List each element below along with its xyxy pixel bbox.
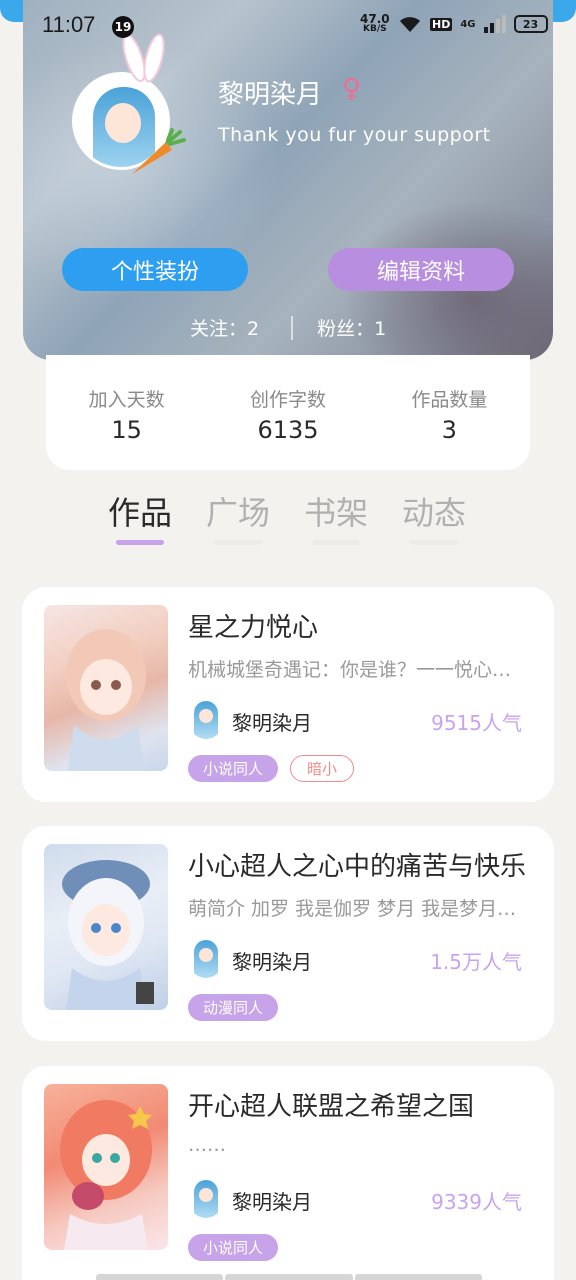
work-cover-image xyxy=(44,605,168,771)
followers-count[interactable]: 粉丝：1 xyxy=(317,314,386,341)
tab-bookshelf[interactable]: 书架 xyxy=(304,488,368,534)
carrot-icon xyxy=(132,128,186,174)
popularity: 1.5万人气 xyxy=(430,950,522,974)
username: 黎明染月 xyxy=(218,80,323,110)
tab-indicator-active xyxy=(116,540,164,545)
notification-badge: 19 xyxy=(112,16,134,38)
author-avatar xyxy=(188,1178,224,1218)
stat-value: 15 xyxy=(111,416,142,444)
wifi-icon xyxy=(400,17,420,32)
tag-list: 小说同人 xyxy=(188,1234,279,1261)
network-icon: 4G xyxy=(460,18,476,30)
clock: 11:07 xyxy=(42,12,96,37)
work-description: 机械城堡奇遇记：你是谁？一一悦心我是谁 xyxy=(188,659,528,681)
popularity: 9515人气 xyxy=(431,711,522,735)
author-name: 黎明染月 xyxy=(232,950,312,974)
tab-square[interactable]: 广场 xyxy=(206,488,270,534)
net-speed-value: 47.0 xyxy=(360,12,390,26)
stat-label: 作品数量 xyxy=(411,389,488,411)
tag: 小说同人 xyxy=(188,755,279,782)
work-description: …… xyxy=(188,1134,226,1156)
work-card[interactable]: 星之力悦心 机械城堡奇遇记：你是谁？一一悦心我是谁 黎明染月 9515人气 小说… xyxy=(22,587,554,802)
work-card[interactable]: 开心超人联盟之希望之国 …… 黎明染月 9339人气 小说同人 xyxy=(22,1066,554,1280)
edit-profile-button[interactable]: 编辑资料 xyxy=(328,248,514,291)
author-avatar xyxy=(188,938,224,978)
stat-word-count: 创作字数 6135 xyxy=(207,355,368,470)
tag: 暗小 xyxy=(290,755,355,782)
tab-works[interactable]: 作品 xyxy=(108,488,172,534)
status-icons: HD 4G 23 xyxy=(398,15,548,33)
follow-divider xyxy=(291,315,294,340)
female-icon: ♀ xyxy=(342,74,362,104)
hd-icon: HD xyxy=(430,17,453,31)
tag-list: 小说同人 暗小 xyxy=(188,755,355,782)
status-bar: 11:07 19 47.0 KB/S HD 4G 23 xyxy=(0,6,576,46)
tag: 小说同人 xyxy=(188,1234,279,1261)
tab-indicator xyxy=(410,540,458,545)
work-cover-image xyxy=(44,844,168,1010)
stat-value: 6135 xyxy=(257,416,319,444)
net-speed-unit: KB/S xyxy=(363,24,387,34)
stat-join-days: 加入天数 15 xyxy=(46,355,207,470)
tab-moments[interactable]: 动态 xyxy=(402,488,466,534)
work-title: 小心超人之心中的痛苦与快乐 xyxy=(188,852,527,882)
following-count[interactable]: 关注：2 xyxy=(190,314,259,341)
stat-label: 创作字数 xyxy=(249,389,326,411)
tab-indicator xyxy=(214,540,262,545)
work-description: 萌简介 加罗 我是伽罗 梦月 我是梦月公主 xyxy=(188,898,528,920)
tab-indicator xyxy=(312,540,360,545)
work-title: 开心超人联盟之希望之国 xyxy=(188,1092,475,1122)
dress-up-button[interactable]: 个性装扮 xyxy=(62,248,248,291)
work-cover-image xyxy=(44,1084,168,1250)
author-name: 黎明染月 xyxy=(232,711,312,735)
stat-value: 3 xyxy=(441,416,457,444)
stat-label: 加入天数 xyxy=(88,389,165,411)
tab-bar: 作品 广场 书架 动态 xyxy=(0,488,576,548)
signal-icon xyxy=(483,15,506,33)
author-name: 黎明染月 xyxy=(232,1190,312,1214)
net-speed: 47.0 KB/S xyxy=(360,12,390,34)
author-avatar xyxy=(188,699,224,739)
battery-icon: 23 xyxy=(513,15,548,33)
signature: Thank you fur your support xyxy=(218,124,491,146)
bottom-nav-hint xyxy=(96,1274,482,1280)
stats-card: 加入天数 15 创作字数 6135 作品数量 3 xyxy=(46,355,530,470)
follow-row: 关注：2 粉丝：1 xyxy=(190,314,386,341)
profile-header xyxy=(23,0,553,360)
work-card[interactable]: 小心超人之心中的痛苦与快乐 萌简介 加罗 我是伽罗 梦月 我是梦月公主 黎明染月… xyxy=(22,826,554,1041)
stat-works-count: 作品数量 3 xyxy=(369,355,530,470)
tag-list: 动漫同人 xyxy=(188,994,279,1021)
tag: 动漫同人 xyxy=(188,994,279,1021)
popularity: 9339人气 xyxy=(431,1190,522,1214)
work-title: 星之力悦心 xyxy=(188,613,319,643)
